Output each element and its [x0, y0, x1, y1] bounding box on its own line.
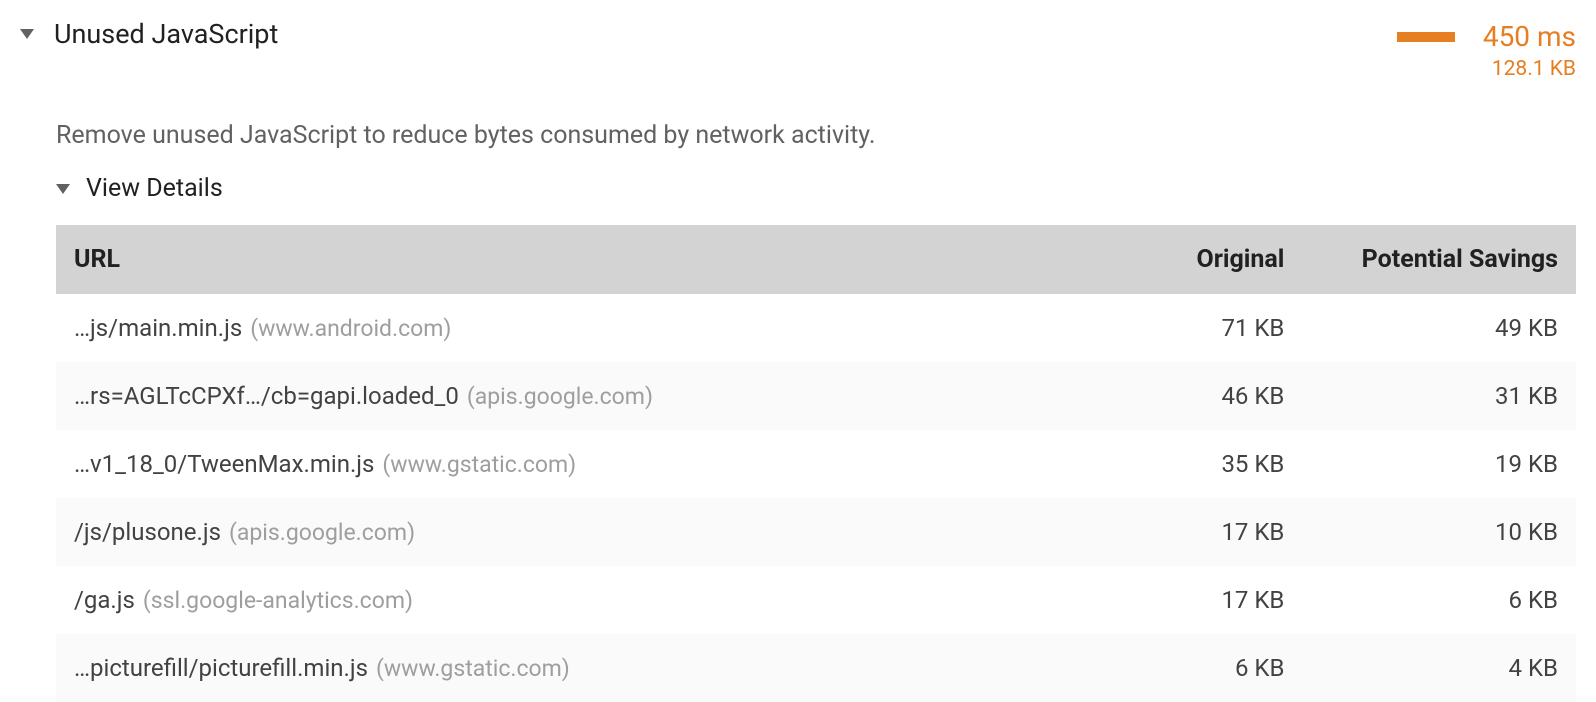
metric-size: 128.1 KB [1492, 57, 1576, 81]
cell-savings: 6 KB [1302, 566, 1576, 634]
audit-table: URL Original Potential Savings …js/main.… [56, 225, 1576, 702]
url-path[interactable]: …js/main.min.js [74, 314, 242, 342]
url-domain: (www.android.com) [250, 315, 451, 342]
view-details-label: View Details [86, 174, 223, 203]
details-section: View Details URL Original Potential Savi… [56, 174, 1576, 702]
chevron-down-icon [56, 184, 70, 194]
table-row: …rs=AGLTcCPXf…/cb=gapi.loaded_0 (apis.goo… [56, 362, 1576, 430]
cell-original: 71 KB [1029, 294, 1303, 362]
url-domain: (apis.google.com) [229, 519, 415, 546]
audit-description: Remove unused JavaScript to reduce bytes… [56, 121, 1576, 150]
cell-url: /js/plusone.js (apis.google.com) [56, 498, 1029, 566]
audit-header-left: Unused JavaScript [20, 18, 1377, 50]
table-row: /js/plusone.js (apis.google.com) 17 KB10 K… [56, 498, 1576, 566]
savings-bar-icon [1397, 32, 1455, 42]
audit-header: Unused JavaScript 450 ms 128.1 KB [20, 18, 1576, 81]
url-path[interactable]: …rs=AGLTcCPXf…/cb=gapi.loaded_0 [74, 382, 459, 410]
table-header-row: URL Original Potential Savings [56, 225, 1576, 294]
cell-url: …v1_18_0/TweenMax.min.js (www.gstatic.com… [56, 430, 1029, 498]
cell-url: /ga.js (ssl.google-analytics.com) [56, 566, 1029, 634]
chevron-down-icon[interactable] [20, 29, 34, 39]
table-row: …v1_18_0/TweenMax.min.js (www.gstatic.com… [56, 430, 1576, 498]
url-path[interactable]: …v1_18_0/TweenMax.min.js [74, 450, 374, 478]
table-row: …js/main.min.js (www.android.com) 71 KB49 … [56, 294, 1576, 362]
metric-top-row: 450 ms [1397, 20, 1576, 53]
cell-url: …js/main.min.js (www.android.com) [56, 294, 1029, 362]
col-header-original: Original [1029, 225, 1303, 294]
url-domain: (www.gstatic.com) [376, 655, 570, 682]
cell-savings: 19 KB [1302, 430, 1576, 498]
cell-savings: 10 KB [1302, 498, 1576, 566]
cell-url: …rs=AGLTcCPXf…/cb=gapi.loaded_0 (apis.goo… [56, 362, 1029, 430]
audit-title[interactable]: Unused JavaScript [54, 18, 278, 50]
url-domain: (www.gstatic.com) [382, 451, 576, 478]
table-row: /ga.js (ssl.google-analytics.com) 17 KB6 K… [56, 566, 1576, 634]
url-domain: (apis.google.com) [467, 383, 653, 410]
cell-original: 17 KB [1029, 566, 1303, 634]
cell-original: 46 KB [1029, 362, 1303, 430]
view-details-toggle[interactable]: View Details [56, 174, 1576, 203]
url-path[interactable]: /ga.js [74, 586, 135, 614]
col-header-url: URL [56, 225, 1029, 294]
metric-time: 450 ms [1483, 20, 1576, 53]
col-header-savings: Potential Savings [1302, 225, 1576, 294]
audit-metrics: 450 ms 128.1 KB [1397, 18, 1576, 81]
url-domain: (ssl.google-analytics.com) [143, 587, 413, 614]
cell-original: 35 KB [1029, 430, 1303, 498]
cell-savings: 31 KB [1302, 362, 1576, 430]
url-path[interactable]: /js/plusone.js [74, 518, 221, 546]
cell-savings: 49 KB [1302, 294, 1576, 362]
url-path[interactable]: …picturefill/picturefill.min.js [74, 654, 368, 682]
cell-original: 17 KB [1029, 498, 1303, 566]
